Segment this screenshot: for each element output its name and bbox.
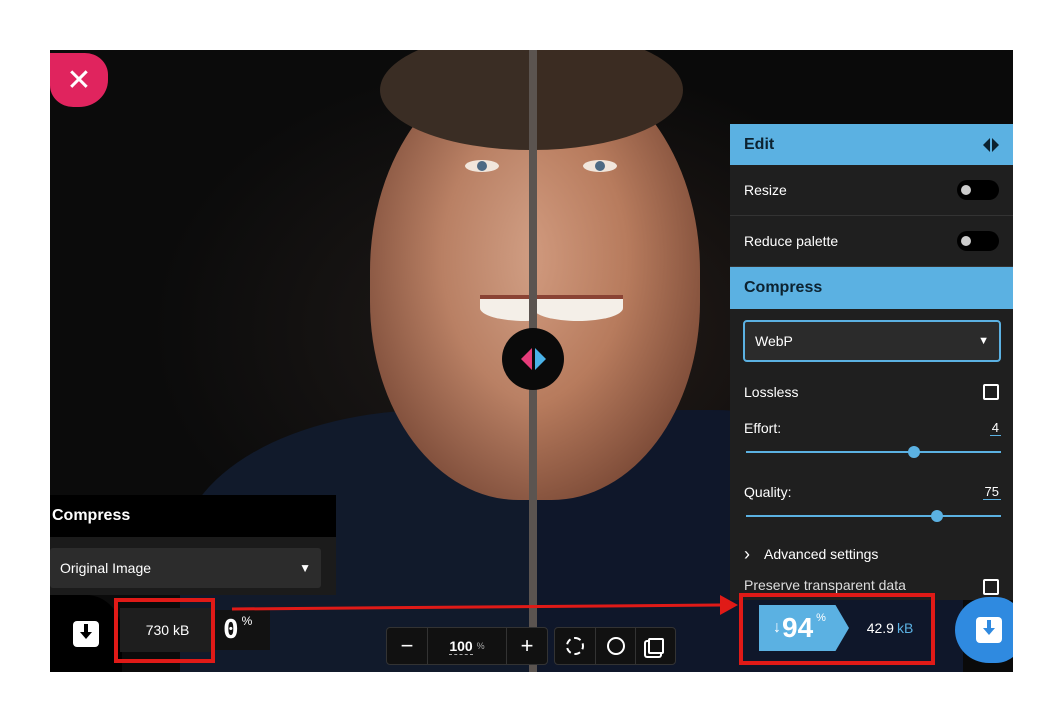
preserve-transparent-row: Preserve transparent data (730, 577, 1013, 595)
plus-icon: + (520, 633, 534, 658)
quality-row: Quality: 75 (730, 481, 1013, 522)
effort-label: Effort: (744, 420, 782, 436)
lossless-row: Lossless (730, 367, 1013, 417)
rotate-button[interactable] (555, 628, 595, 664)
arrow-right-icon (534, 348, 546, 370)
mouth-shape (533, 295, 623, 321)
percent-sign: % (241, 614, 253, 628)
eye-shape (465, 160, 499, 172)
reduce-palette-row: Reduce palette (730, 216, 1013, 267)
resize-label: Resize (744, 182, 787, 198)
zoom-in-button[interactable]: + (507, 628, 547, 664)
right-download-button[interactable] (955, 597, 1013, 663)
zoom-value: 100 (449, 637, 473, 655)
format-value: WebP (755, 333, 793, 349)
effort-slider-thumb[interactable] (908, 446, 921, 458)
advanced-settings-toggle[interactable]: › Advanced settings (730, 531, 1013, 577)
squoosh-app: ✕ Compress Original Image ▼ 730 kB 0% − … (50, 50, 1013, 672)
zoom-out-button[interactable]: − (387, 628, 427, 664)
original-percent: 0% (215, 610, 270, 650)
quality-slider[interactable] (746, 510, 1001, 522)
arrow-right-icon (992, 137, 999, 152)
compressed-size-unit: kB (896, 620, 914, 636)
eye-shape (583, 160, 617, 172)
preserve-checkbox[interactable] (983, 579, 999, 595)
original-size: 730 kB (120, 608, 215, 652)
chevron-down-icon: ▼ (299, 561, 311, 575)
quality-slider-thumb[interactable] (931, 510, 944, 522)
left-panel-title: Compress (50, 495, 336, 537)
savings-percent: 94 (782, 612, 814, 643)
rotate-icon (566, 637, 584, 655)
view-controls (554, 627, 676, 665)
quality-label: Quality: (744, 484, 792, 500)
left-compress-panel: Compress Original Image ▼ (50, 495, 336, 595)
arrow-left-icon (983, 137, 990, 152)
layers-icon (647, 638, 664, 654)
advanced-settings-label: Advanced settings (764, 546, 879, 562)
quality-value[interactable]: 75 (982, 484, 1001, 500)
resize-toggle[interactable] (957, 180, 999, 200)
zoom-controls: − 100% + (386, 627, 548, 665)
side-by-side-button[interactable] (635, 628, 675, 664)
download-icon (73, 620, 99, 647)
edit-panel-header: Edit (730, 124, 1013, 165)
close-button[interactable]: ✕ (50, 53, 108, 107)
compressed-result: ↓ 94% 42.9 kB (742, 595, 1013, 672)
zoom-level-input[interactable]: 100% (427, 628, 507, 664)
original-percent-value: 0 (223, 615, 239, 645)
percent-sign: % (816, 612, 826, 624)
left-download-button[interactable] (50, 595, 122, 672)
resize-row: Resize (730, 165, 1013, 216)
arrow-down-icon: ↓ (773, 619, 781, 636)
savings-badge: ↓ 94% (759, 605, 849, 651)
compressed-size: 42.9 kB (850, 613, 930, 643)
left-format-select[interactable]: Original Image ▼ (50, 548, 321, 588)
hair-shape (380, 50, 533, 150)
chevron-right-icon: › (744, 543, 750, 564)
right-edit-panel: Edit Resize Reduce palette Compress WebP… (730, 124, 1013, 600)
background-toggle-button[interactable] (595, 628, 635, 664)
preserve-label: Preserve transparent data (744, 577, 906, 593)
arrow-left-icon (520, 348, 532, 370)
edit-title: Edit (744, 135, 775, 153)
compress-section-title: Compress (730, 267, 1013, 309)
download-icon (976, 617, 1002, 643)
copy-settings-button[interactable] (983, 137, 999, 152)
compressed-size-number: 42.9 (866, 620, 894, 636)
zoom-unit: % (476, 641, 485, 651)
circle-icon (606, 637, 625, 655)
lossless-label: Lossless (744, 384, 799, 400)
reduce-palette-toggle[interactable] (957, 231, 999, 251)
effort-value[interactable]: 4 (989, 420, 1001, 436)
divider-handle[interactable] (502, 328, 564, 390)
lossless-checkbox[interactable] (983, 384, 999, 400)
effort-row: Effort: 4 (730, 417, 1013, 458)
zoom-toolbar: − 100% + (386, 627, 676, 665)
format-select[interactable]: WebP ▼ (743, 320, 1001, 362)
effort-slider[interactable] (746, 446, 1001, 458)
reduce-palette-label: Reduce palette (744, 233, 839, 249)
minus-icon: − (400, 633, 414, 658)
left-format-value: Original Image (60, 560, 152, 576)
close-icon: ✕ (66, 63, 92, 97)
chevron-down-icon: ▼ (978, 335, 989, 347)
